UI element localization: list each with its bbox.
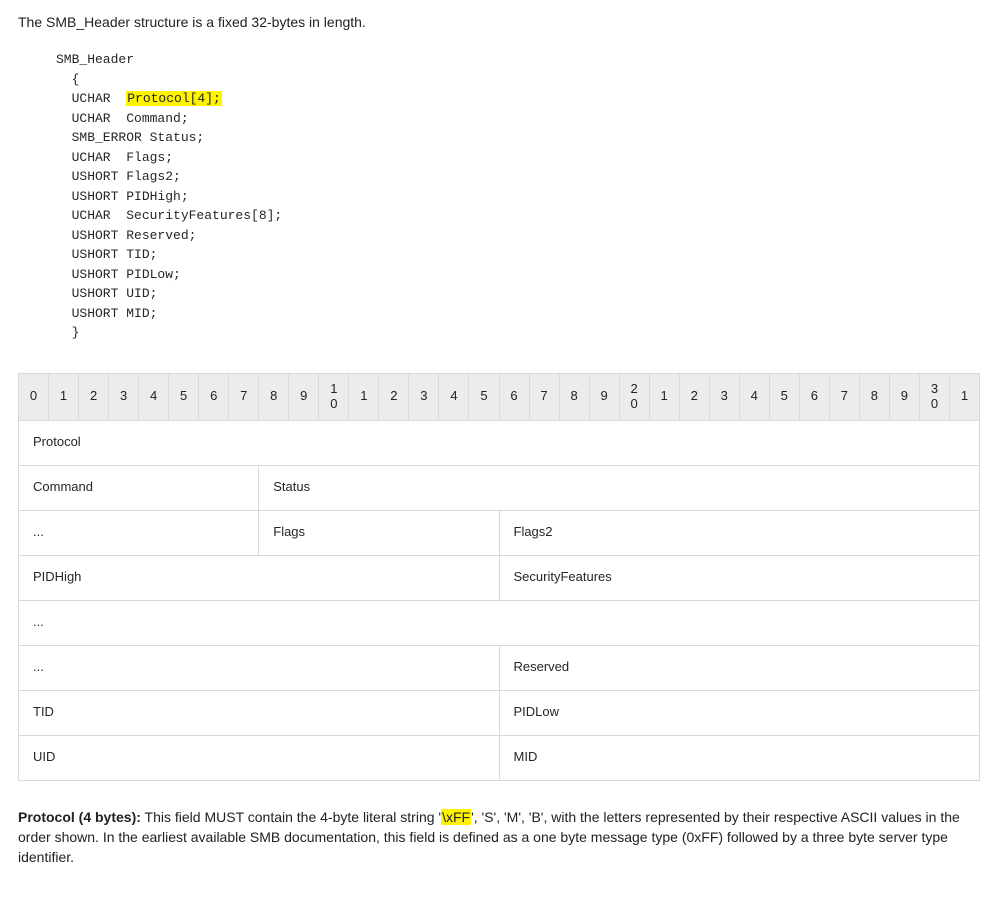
field-command: Command [19,465,259,510]
bit-column-header: 3 [709,373,739,420]
bit-column-header: 2 [679,373,709,420]
bit-column-header: 7 [529,373,559,420]
bit-column-header: 7 [829,373,859,420]
field-pidlow: PIDLow [499,690,980,735]
intro-text: The SMB_Header structure is a fixed 32-b… [18,12,980,32]
code-line: UCHAR SecurityFeatures[8]; [56,208,282,223]
code-line: UCHAR Command; [56,111,189,126]
field-uid: UID [19,735,500,780]
table-row: UID MID [19,735,980,780]
bit-column-header: 0 [19,373,49,420]
bit-column-header: 4 [739,373,769,420]
table-row: ... Reserved [19,645,980,690]
table-row: ... Flags Flags2 [19,510,980,555]
bit-column-header: 10 [319,373,349,420]
code-line: USHORT Reserved; [56,228,196,243]
field-ellipsis: ... [19,510,259,555]
field-status: Status [259,465,980,510]
bit-column-header: 8 [259,373,289,420]
bit-column-header: 5 [769,373,799,420]
bit-column-header: 2 [79,373,109,420]
bit-column-header: 30 [919,373,949,420]
bit-column-header: 7 [229,373,259,420]
bit-column-header: 1 [649,373,679,420]
field-ellipsis: ... [19,645,500,690]
code-line: } [56,325,79,340]
bit-column-header: 8 [559,373,589,420]
bit-column-header: 5 [469,373,499,420]
field-flags: Flags [259,510,499,555]
code-line: USHORT TID; [56,247,157,262]
bit-column-header: 1 [349,373,379,420]
code-line: SMB_ERROR Status; [56,130,204,145]
table-row: ... [19,600,980,645]
bit-header-row: 01234567891012345678920123456789301 [19,373,980,420]
bit-column-header: 20 [619,373,649,420]
field-mid: MID [499,735,980,780]
code-line: USHORT PIDHigh; [56,189,189,204]
field-tid: TID [19,690,500,735]
field-protocol: Protocol [19,420,980,465]
bit-column-header: 6 [199,373,229,420]
footer-text: This field MUST contain the 4-byte liter… [141,809,441,825]
code-line: USHORT Flags2; [56,169,181,184]
bit-column-header: 9 [289,373,319,420]
bit-column-header: 5 [169,373,199,420]
code-line: USHORT UID; [56,286,157,301]
bit-layout-table: 01234567891012345678920123456789301 Prot… [18,373,980,781]
footer-lead: Protocol (4 bytes): [18,809,141,825]
bit-column-header: 1 [949,373,979,420]
bit-column-header: 8 [859,373,889,420]
bit-column-header: 4 [439,373,469,420]
bit-column-header: 2 [379,373,409,420]
table-row: PIDHigh SecurityFeatures [19,555,980,600]
bit-column-header: 3 [109,373,139,420]
bit-column-header: 4 [139,373,169,420]
bit-column-header: 1 [49,373,79,420]
protocol-field-description: Protocol (4 bytes): This field MUST cont… [18,807,980,868]
bit-column-header: 3 [409,373,439,420]
code-highlight-protocol: Protocol[4]; [126,91,222,106]
bit-column-header: 9 [589,373,619,420]
code-line: UCHAR Flags; [56,150,173,165]
field-securityfeatures: SecurityFeatures [499,555,980,600]
field-ellipsis: ... [19,600,980,645]
field-reserved: Reserved [499,645,980,690]
field-flags2: Flags2 [499,510,980,555]
table-row: Protocol [19,420,980,465]
code-line: USHORT MID; [56,306,157,321]
bit-column-header: 9 [889,373,919,420]
field-pidhigh: PIDHigh [19,555,500,600]
table-row: Command Status [19,465,980,510]
code-line: SMB_Header [56,52,134,67]
struct-code-block: SMB_Header { UCHAR Protocol[4]; UCHAR Co… [18,50,980,343]
table-row: TID PIDLow [19,690,980,735]
code-line: { [56,72,79,87]
bit-column-header: 6 [499,373,529,420]
code-line: UCHAR [56,91,126,106]
footer-highlight-xff: \xFF [441,809,471,825]
code-line: USHORT PIDLow; [56,267,181,282]
bit-column-header: 6 [799,373,829,420]
